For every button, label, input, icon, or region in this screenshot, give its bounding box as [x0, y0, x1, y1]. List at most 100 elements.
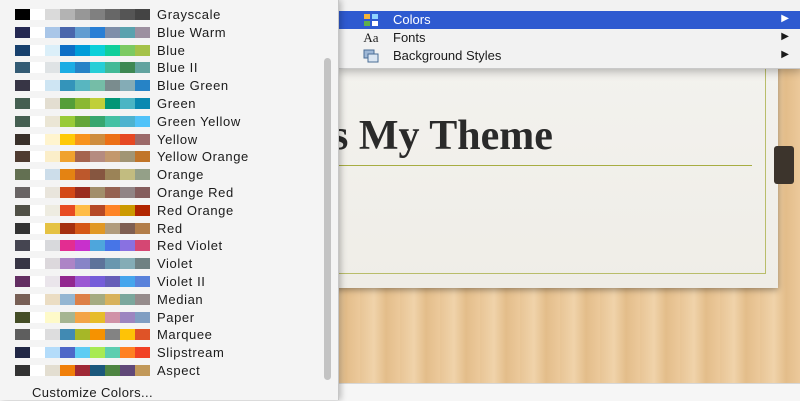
- color-swatch: [15, 9, 30, 20]
- submenu-arrow-icon: ▶: [781, 31, 789, 42]
- color-swatch: [15, 98, 30, 109]
- color-theme-item[interactable]: Yellow Orange: [0, 148, 320, 166]
- customize-colors-item[interactable]: Customize Colors...: [0, 383, 338, 400]
- color-swatch: [15, 187, 30, 198]
- color-theme-item[interactable]: Grayscale: [0, 6, 320, 24]
- menu-scrollbar[interactable]: [321, 4, 333, 380]
- color-swatch: [60, 9, 75, 20]
- color-theme-item[interactable]: Aspect: [0, 362, 320, 380]
- color-swatch: [75, 169, 90, 181]
- colors-icon: [363, 13, 379, 27]
- color-swatch-strip: [15, 365, 150, 376]
- color-swatch: [105, 311, 120, 323]
- color-swatch: [60, 204, 75, 216]
- color-swatch: [15, 347, 30, 359]
- color-theme-label: Marquee: [157, 327, 213, 343]
- color-swatch: [135, 115, 150, 127]
- color-swatch: [90, 204, 105, 216]
- color-swatch: [45, 169, 60, 181]
- color-swatch: [90, 98, 105, 109]
- color-swatch: [135, 276, 150, 287]
- color-swatch: [135, 80, 150, 92]
- color-theme-item[interactable]: Red: [0, 220, 320, 238]
- color-swatch-strip: [15, 62, 150, 74]
- color-swatch: [120, 276, 135, 287]
- color-swatch: [135, 329, 150, 341]
- color-swatch: [60, 98, 75, 109]
- color-swatch: [120, 9, 135, 20]
- color-swatch-strip: [15, 115, 150, 127]
- color-swatch: [105, 240, 120, 252]
- color-swatch: [120, 293, 135, 305]
- submenu-item-label: Colors: [393, 12, 431, 27]
- color-swatch: [75, 240, 90, 252]
- color-swatch: [135, 222, 150, 234]
- color-swatch: [30, 222, 45, 234]
- color-swatch: [75, 62, 90, 74]
- color-swatch: [75, 329, 90, 341]
- slide-title[interactable]: s My Theme: [332, 112, 553, 160]
- color-swatch-strip: [15, 347, 150, 359]
- color-theme-item[interactable]: Median: [0, 291, 320, 309]
- color-theme-item[interactable]: Yellow: [0, 131, 320, 149]
- color-swatch-strip: [15, 222, 150, 234]
- color-theme-item[interactable]: Orange: [0, 166, 320, 184]
- color-swatch: [90, 258, 105, 270]
- color-theme-item[interactable]: Blue Green: [0, 77, 320, 95]
- color-swatch: [60, 240, 75, 252]
- color-swatch: [120, 98, 135, 109]
- color-swatch: [60, 44, 75, 56]
- color-swatch: [60, 311, 75, 323]
- color-swatch: [45, 365, 60, 376]
- color-theme-item[interactable]: Orange Red: [0, 184, 320, 202]
- submenu-item-label: Fonts: [393, 30, 426, 45]
- color-swatch: [75, 276, 90, 287]
- color-swatch: [30, 80, 45, 92]
- color-swatch: [90, 151, 105, 163]
- color-swatch-strip: [15, 98, 150, 109]
- color-theme-item[interactable]: Violet: [0, 255, 320, 273]
- color-swatch: [135, 347, 150, 359]
- color-theme-item[interactable]: Blue: [0, 42, 320, 60]
- color-theme-item[interactable]: Green Yellow: [0, 113, 320, 131]
- color-swatch: [15, 133, 30, 145]
- color-swatch: [30, 276, 45, 287]
- color-swatch: [15, 365, 30, 376]
- color-swatch: [105, 329, 120, 341]
- color-swatch: [135, 293, 150, 305]
- color-swatch: [135, 187, 150, 198]
- color-swatch: [75, 204, 90, 216]
- color-theme-item[interactable]: Marquee: [0, 326, 320, 344]
- slide-canvas[interactable]: s My Theme: [288, 60, 778, 288]
- color-swatch: [120, 311, 135, 323]
- color-swatch: [75, 9, 90, 20]
- color-swatch: [60, 293, 75, 305]
- color-swatch: [135, 133, 150, 145]
- color-theme-item[interactable]: Blue II: [0, 59, 320, 77]
- color-theme-item[interactable]: Slipstream: [0, 344, 320, 362]
- submenu-item-fonts[interactable]: Aa Fonts ▶: [339, 29, 800, 47]
- color-theme-item[interactable]: Violet II: [0, 273, 320, 291]
- color-swatch: [45, 98, 60, 109]
- scrollbar-thumb[interactable]: [324, 58, 331, 380]
- color-theme-item[interactable]: Blue Warm: [0, 24, 320, 42]
- color-theme-item[interactable]: Red Violet: [0, 237, 320, 255]
- color-swatch: [105, 169, 120, 181]
- color-swatch: [45, 347, 60, 359]
- color-theme-item[interactable]: Green: [0, 95, 320, 113]
- color-theme-label: Grayscale: [157, 7, 221, 22]
- submenu-item-colors[interactable]: Colors ▶: [339, 11, 800, 29]
- color-swatch: [45, 133, 60, 145]
- color-swatch: [90, 293, 105, 305]
- color-theme-item[interactable]: Red Orange: [0, 202, 320, 220]
- color-swatch: [30, 347, 45, 359]
- color-swatch: [45, 151, 60, 163]
- color-theme-item[interactable]: Paper: [0, 309, 320, 327]
- customize-colors-label: Customize Colors...: [32, 385, 154, 400]
- submenu-item-background-styles[interactable]: Background Styles ▶: [339, 47, 800, 65]
- color-swatch-strip: [15, 80, 150, 92]
- color-swatch: [90, 133, 105, 145]
- color-swatch: [75, 365, 90, 376]
- color-swatch: [15, 62, 30, 74]
- color-swatch: [15, 204, 30, 216]
